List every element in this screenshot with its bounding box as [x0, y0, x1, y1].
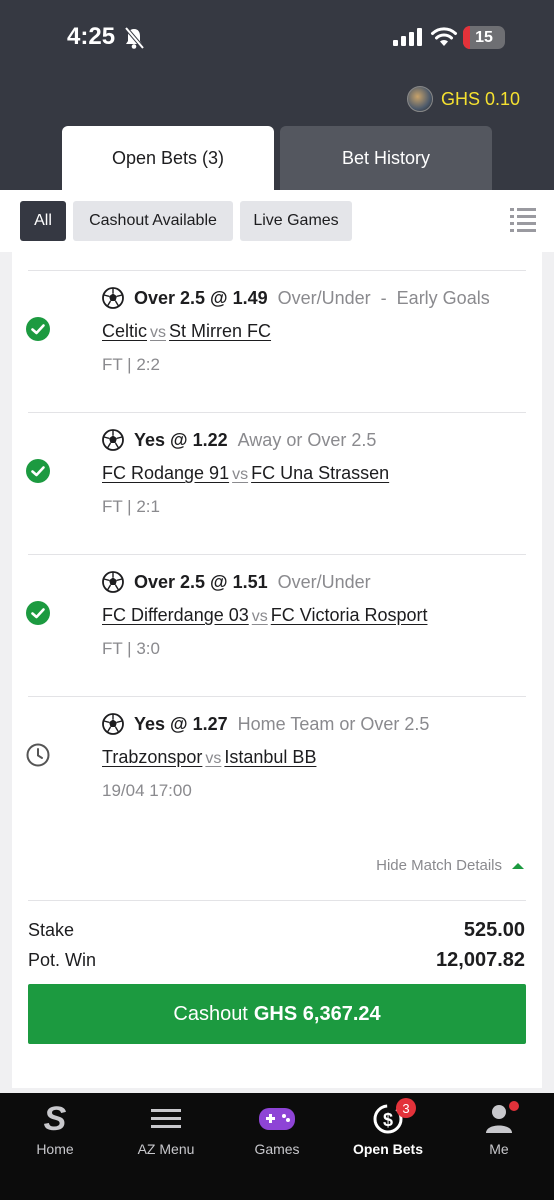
bet-slip-card: Over 2.5 @ 1.49 Over/Under - Early Goals…	[12, 252, 542, 1088]
cashout-label: Cashout	[173, 1002, 248, 1025]
soccer-ball-icon	[102, 713, 124, 735]
caret-up-icon	[512, 862, 524, 869]
away-team[interactable]: FC Victoria Rosport	[271, 605, 428, 625]
sportybet-logo-icon: S	[44, 1101, 67, 1135]
battery-level: 15	[475, 29, 493, 46]
soccer-ball-icon	[102, 571, 124, 593]
stake-label: Stake	[28, 920, 75, 940]
nav-me-label: Me	[489, 1141, 509, 1157]
check-circle-icon	[26, 459, 50, 483]
bet-selection[interactable]: Yes @ 1.22 Away or Over 2.5 FC Rodange 9…	[12, 413, 542, 555]
gamepad-icon	[259, 1108, 295, 1130]
menu-icon	[151, 1109, 181, 1128]
match-result: FT | 2:2	[102, 355, 160, 374]
match-result: FT | 3:0	[102, 639, 160, 658]
home-team[interactable]: Trabzonspor	[102, 747, 202, 767]
bet-selection[interactable]: Over 2.5 @ 1.51 Over/Under FC Differdang…	[12, 555, 542, 697]
nav-az-menu[interactable]: AZ Menu	[116, 1101, 216, 1157]
vs-label: vs	[232, 466, 249, 483]
match-teams[interactable]: FC Rodange 91 vs FC Una Strassen	[102, 463, 389, 484]
bet-pick: Yes @ 1.22	[134, 429, 228, 450]
app-header: 4:25 15 GHS 0.10 Open Bets (3) Bet Histo…	[0, 0, 554, 190]
notification-dot	[509, 1101, 519, 1111]
tab-bet-history[interactable]: Bet History	[280, 126, 492, 190]
away-team[interactable]: FC Una Strassen	[251, 463, 389, 483]
home-team[interactable]: Celtic	[102, 321, 147, 341]
nav-home-label: Home	[36, 1141, 74, 1157]
match-time: 19/04 17:00	[102, 781, 192, 800]
bet-pick: Over 2.5 @ 1.49	[134, 287, 268, 308]
open-bets-badge: 3	[396, 1098, 416, 1118]
cell-signal-icon	[393, 28, 422, 46]
clock-icon	[26, 743, 50, 767]
svg-text:S: S	[44, 1101, 67, 1135]
avatar[interactable]	[406, 86, 433, 112]
pot-win-label: Pot. Win	[28, 950, 97, 970]
soccer-ball-icon	[102, 429, 124, 451]
bet-market: Away or Over 2.5	[237, 429, 377, 450]
filter-bar: All Cashout Available Live Games	[0, 190, 554, 252]
bet-selection[interactable]: Yes @ 1.27 Home Team or Over 2.5 Trabzon…	[12, 697, 542, 839]
nav-az-menu-label: AZ Menu	[137, 1141, 195, 1157]
svg-text:$: $	[383, 1110, 393, 1130]
bet-pick: Over 2.5 @ 1.51	[134, 571, 268, 592]
filter-all[interactable]: All	[20, 201, 66, 241]
bet-market: Over/Under	[277, 571, 371, 592]
wifi-icon	[431, 27, 457, 46]
match-result: FT | 2:1	[102, 497, 160, 516]
nav-me[interactable]: Me	[449, 1101, 549, 1157]
vs-label: vs	[251, 608, 268, 625]
match-teams[interactable]: Celtic vs St Mirren FC	[102, 321, 271, 342]
balance-amount: GHS 0.10	[440, 88, 520, 109]
hide-details-label: Hide Match Details	[376, 857, 502, 874]
match-teams[interactable]: Trabzonspor vs Istanbul BB	[102, 747, 316, 768]
match-teams[interactable]: FC Differdange 03 vs FC Victoria Rosport	[102, 605, 427, 626]
stake-value: 525.00	[463, 919, 525, 941]
list-view-icon[interactable]	[510, 207, 536, 233]
vs-label: vs	[205, 750, 222, 767]
bottom-navigation: S Home AZ Menu Games $ 3 Open Bets Me	[0, 1093, 554, 1200]
hide-match-details-toggle[interactable]: Hide Match Details	[376, 857, 524, 874]
status-bar: 4:25 15	[0, 20, 554, 60]
account-balance[interactable]: GHS 0.10	[406, 86, 520, 112]
soccer-ball-icon	[102, 287, 124, 309]
bell-muted-icon	[124, 26, 145, 50]
nav-open-bets[interactable]: $ 3 Open Bets	[338, 1098, 438, 1157]
tab-open-bets[interactable]: Open Bets (3)	[62, 126, 274, 190]
filter-cashout-available[interactable]: Cashout Available	[73, 201, 233, 241]
home-team[interactable]: FC Rodange 91	[102, 463, 229, 483]
bet-market: Home Team or Over 2.5	[237, 713, 430, 734]
filter-live-games[interactable]: Live Games	[240, 201, 352, 241]
cashout-amount: GHS 6,367.24	[253, 1002, 381, 1025]
bet-market: Over/Under - Early Goals	[277, 287, 490, 308]
nav-open-bets-label: Open Bets	[352, 1141, 423, 1157]
battery-indicator: 15	[463, 26, 505, 49]
nav-home[interactable]: S Home	[5, 1101, 105, 1157]
check-circle-icon	[26, 317, 50, 341]
pot-win-value: 12,007.82	[436, 949, 525, 971]
check-circle-icon	[26, 601, 50, 625]
status-time: 4:25	[67, 23, 116, 50]
nav-games-label: Games	[254, 1141, 300, 1157]
nav-games[interactable]: Games	[227, 1101, 327, 1157]
away-team[interactable]: Istanbul BB	[224, 747, 316, 767]
bet-selection[interactable]: Over 2.5 @ 1.49 Over/Under - Early Goals…	[12, 271, 542, 413]
home-team[interactable]: FC Differdange 03	[102, 605, 249, 625]
vs-label: vs	[150, 324, 167, 341]
bet-pick: Yes @ 1.27	[134, 713, 228, 734]
away-team[interactable]: St Mirren FC	[169, 321, 271, 341]
cashout-button[interactable]: Cashout GHS 6,367.24	[28, 984, 526, 1044]
